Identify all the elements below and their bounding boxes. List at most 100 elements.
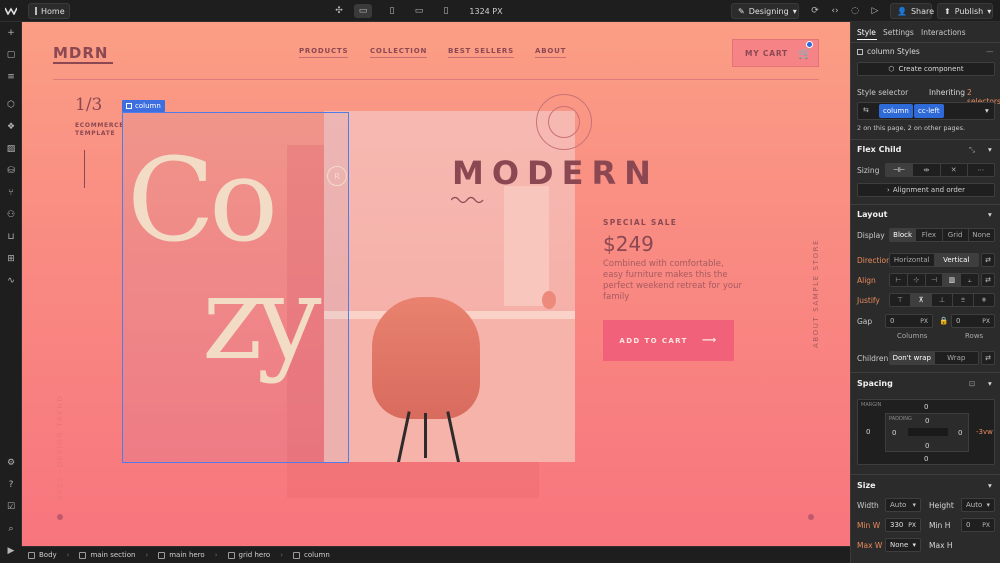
padding-left-value[interactable]: 0 [892,429,896,437]
justify-end-icon[interactable]: ⊥ [932,294,953,306]
sizing-none-icon[interactable]: ✕ [941,164,968,176]
apps-icon[interactable]: ⊞ [4,252,18,266]
children-wrap[interactable]: Wrap [935,352,979,364]
lock-icon[interactable]: 🔒 [939,316,948,325]
preview-icon[interactable]: ▷ [868,4,882,18]
sizing-shrink-icon[interactable]: ⊣⊢ [886,164,914,176]
justify-center-icon[interactable]: ⊼ [911,294,932,306]
tablet-breakpoint-icon[interactable]: ▯ [385,4,399,18]
gap-rows-input[interactable]: 0 PX [951,314,995,328]
help-icon[interactable]: ? [4,478,18,492]
tab-interactions[interactable]: Interactions [921,28,966,37]
width-input[interactable]: Auto ▾ [885,498,921,512]
justify-start-icon[interactable]: ⊤ [890,294,911,306]
modern-heading[interactable]: MODERN [452,154,659,192]
mobile-portrait-icon[interactable]: ▯ [439,4,453,18]
chevron-down-icon[interactable]: ▾ [988,210,992,219]
margin-top-value[interactable]: 0 [924,403,928,411]
add-to-cart-button[interactable]: ADD TO CART ⟶ [603,320,734,361]
align-more-icon[interactable]: ⇄ [981,273,995,287]
create-component-button[interactable]: ⬡ Create component [857,62,995,76]
spacing-heading[interactable]: Spacing [857,379,893,388]
nav-link-collection[interactable]: COLLECTION [370,47,428,58]
align-baseline-icon[interactable]: ⫠ [961,274,978,286]
more-icon[interactable]: — [986,47,994,56]
about-sample-store-link[interactable]: ABOUT SAMPLE STORE [812,239,820,348]
add-element-icon[interactable]: + [4,26,18,40]
publish-button[interactable]: ⬆ Publish ▾ [937,3,993,19]
chevron-down-icon[interactable]: ▾ [988,145,992,154]
chevron-down-icon[interactable]: ▾ [985,106,989,115]
layout-heading[interactable]: Layout [857,210,887,219]
chevron-down-icon[interactable]: ▾ [988,379,992,388]
align-start-icon[interactable]: ⊢ [890,274,908,286]
align-stretch-icon[interactable]: ▥ [943,274,962,286]
align-end-icon[interactable]: ⊣ [926,274,944,286]
flex-child-heading[interactable]: Flex Child [857,145,901,154]
wrap-icon[interactable]: ⇄ [981,253,995,267]
padding-right-value[interactable]: 0 [958,429,962,437]
size-heading[interactable]: Size [857,481,876,490]
mobile-landscape-icon[interactable]: ▭ [412,4,426,18]
code-icon[interactable]: ‹› [828,4,842,18]
spacing-editor[interactable]: MARGIN 0 0 -3vw 0 PADDING 0 0 0 0 [857,399,995,465]
slider-dot[interactable] [808,514,814,520]
display-flex[interactable]: Flex [916,229,943,241]
mode-selector[interactable]: ✎ Designing ▾ [731,3,799,19]
justify-between-icon[interactable]: ⩧ [953,294,974,306]
breadcrumb-item[interactable]: column [293,551,330,559]
navigator-icon[interactable]: ≡ [4,70,18,84]
video-icon[interactable]: ▶ [4,544,18,558]
sync-icon[interactable]: ⟳ [808,4,822,18]
padding-bottom-value[interactable]: 0 [925,442,929,450]
chevron-down-icon[interactable]: ▾ [988,481,992,490]
desktop-breakpoint-icon[interactable]: ▭ [354,4,372,18]
page-selector[interactable]: Home [28,3,70,19]
direction-options[interactable]: Horizontal Vertical [889,253,979,267]
add-breakpoint-icon[interactable]: ✣ [332,4,346,18]
breadcrumb-item[interactable]: main section [79,551,135,559]
comments-icon[interactable]: ◌ [848,4,862,18]
pages-icon[interactable]: ▢ [4,48,18,62]
share-button[interactable]: 👤 Share [890,3,934,19]
min-height-input[interactable]: 0 PX [961,518,995,532]
search-icon[interactable]: ⌕ [4,522,18,536]
gap-columns-input[interactable]: 0 PX [885,314,933,328]
children-wrap-options[interactable]: Don't wrap Wrap [889,351,979,365]
tab-settings[interactable]: Settings [883,28,914,37]
min-width-input[interactable]: 330 PX [885,518,921,532]
margin-left-value[interactable]: 0 [866,428,870,436]
components-icon[interactable]: ⬡ [4,98,18,112]
alignment-order-button[interactable]: › Alignment and order [857,183,995,197]
users-icon[interactable]: ⚇ [4,208,18,222]
justify-around-icon[interactable]: ⩨ [974,294,994,306]
display-options[interactable]: Block Flex Grid None [889,228,995,242]
padding-box[interactable]: PADDING 0 0 0 0 [885,413,969,452]
breadcrumb-item[interactable]: main hero [158,551,205,559]
spacing-mode-icon[interactable]: ⊡ [969,379,975,388]
sizing-options[interactable]: ⊣⊢ ⇹ ✕ ⋯ [885,163,995,177]
logic-icon[interactable]: ⑂ [4,186,18,200]
display-none[interactable]: None [969,229,994,241]
variables-icon[interactable]: ❖ [4,120,18,134]
nav-link-products[interactable]: PRODUCTS [299,47,349,58]
direction-vertical[interactable]: Vertical [934,254,978,266]
selector-chip-cc-left[interactable]: cc-left [914,104,944,118]
display-block[interactable]: Block [890,229,917,241]
nav-link-about[interactable]: ABOUT [535,47,567,58]
tab-style[interactable]: Style [857,28,876,37]
selected-element-tag[interactable]: column [122,100,165,112]
audit-icon[interactable]: ☑ [4,500,18,514]
ecommerce-icon[interactable]: ⊔ [4,230,18,244]
justify-options[interactable]: ⊤ ⊼ ⊥ ⩧ ⩨ [889,293,995,307]
more-options-icon[interactable]: ⋯ [968,164,994,176]
assets-icon[interactable]: ▨ [4,142,18,156]
nav-link-best-sellers[interactable]: BEST SELLERS [448,47,514,58]
children-dont-wrap[interactable]: Don't wrap [890,352,935,364]
max-width-input[interactable]: None ▾ [885,538,921,552]
padding-top-value[interactable]: 0 [925,417,929,425]
margin-right-value[interactable]: -3vw [976,428,993,436]
site-logo[interactable]: MDRN [53,44,108,62]
breadcrumb-item[interactable]: grid hero [227,551,270,559]
display-grid[interactable]: Grid [943,229,969,241]
